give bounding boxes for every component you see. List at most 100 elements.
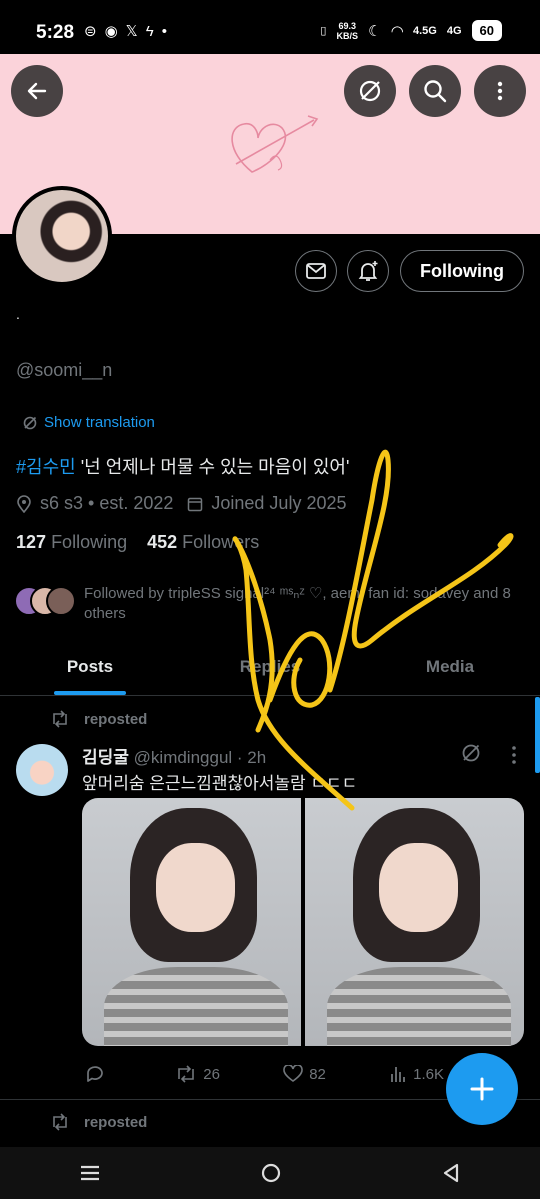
more-vertical-icon [512,746,516,764]
followed-by-text: Followed by tripleSS signal²⁴ ᵐˢₙᶻ ♡, ae… [84,585,511,622]
net-speed-value: 69.3 [338,20,356,31]
notification-icons: ⊜ ◉ 𝕏 ϟ • [82,22,167,41]
follower-avatar [46,586,76,616]
heart-icon [283,1065,303,1082]
followers-label: Followers [182,532,260,552]
bolt-icon: ϟ [145,22,154,40]
bell-plus-icon [358,261,378,281]
post-time: · 2h [232,748,267,767]
grok-icon [359,80,381,102]
profile-joined-date: Joined July 2025 [211,493,347,513]
tab-posts[interactable]: Posts [0,642,180,695]
reply-button[interactable] [84,1064,112,1084]
net-speed-unit: KB/S [336,30,358,41]
following-count: 127 [16,532,47,552]
profile-tabs: Posts Replies Media [0,642,540,696]
photo-figure [326,966,511,1046]
profile-avatar[interactable] [12,186,112,286]
followers-count-link[interactable]: 452 Followers [147,532,259,553]
profile-meta: s6 s3 • est. 2022 Joined July 2025 [16,493,347,514]
follow-counts: 127 Following 452 Followers [16,532,259,553]
tab-replies[interactable]: Replies [180,642,360,695]
followed-by[interactable]: Followed by tripleSS signal²⁴ ᵐˢₙᶻ ♡, ae… [14,584,528,624]
calendar-icon [188,497,203,511]
display-name: . [16,306,20,322]
post-photo-1[interactable] [82,798,301,1046]
profile-location: s6 s3 • est. 2022 [40,493,174,513]
following-count-link[interactable]: 127 Following [16,532,127,553]
message-button[interactable] [295,250,337,292]
repost-label: reposted [84,710,148,728]
repost-icon [53,1113,67,1131]
moon-icon: ☾ [367,22,382,40]
search-button[interactable] [409,65,461,117]
following-button[interactable]: Following [400,250,524,292]
back-button[interactable] [11,65,63,117]
post-photo-2[interactable] [305,798,524,1046]
repost-label: reposted [84,1113,148,1131]
grok-button[interactable] [344,65,396,117]
followers-count: 452 [147,532,178,552]
reply-icon [87,1066,103,1082]
view-count: 1.6K [413,1065,444,1083]
more-vertical-icon [497,81,503,101]
post-author-handle[interactable]: @kimdinggul [134,748,233,767]
photo-figure [103,966,288,1046]
views-button[interactable]: 1.6K [389,1064,444,1084]
bio-hashtag[interactable]: #김수민 [16,457,76,477]
heart-doodle-icon [231,115,319,173]
post-author-avatar[interactable] [16,744,68,796]
x-app-icon: 𝕏 [125,23,138,40]
vibrate-icon: ▯ [320,25,327,37]
like-count: 82 [309,1065,326,1083]
post-more-button[interactable] [506,744,522,771]
show-translation-label: Show translation [44,414,155,431]
location-pin-icon [17,494,31,513]
system-status: ▯ 69.3 KB/S ☾ ◠ 4.5G 4G 60 [320,20,502,41]
grok-icon [23,416,37,429]
photo-figure [156,842,236,932]
status-time: 5:28 [36,22,75,43]
dot-icon: • [161,22,167,40]
chat-icon: ◉ [104,23,118,40]
like-button[interactable]: 82 [283,1064,326,1084]
plus-icon [470,1077,494,1101]
status-bar: 5:28 ⊜ ◉ 𝕏 ϟ • ▯ 69.3 KB/S ☾ ◠ 4.5G 4G 6… [0,0,540,54]
post-grok-button[interactable] [460,742,482,769]
notifications-button[interactable] [347,250,389,292]
search-icon [424,80,447,103]
network-label-2: 4G [446,24,462,37]
recent-apps-icon[interactable] [79,1163,101,1183]
repost-count: 26 [203,1065,220,1083]
post-header: 김딩굴 @kimdinggul · 2h [82,743,266,768]
tab-media[interactable]: Media [360,642,540,695]
net-speed: 69.3 KB/S [336,21,358,41]
post-media[interactable] [82,798,524,1046]
system-nav-bar [0,1147,540,1199]
profile-bio: #김수민 '넌 언제나 머물 수 있는 마음이 있어' [16,453,349,479]
gamepad-icon: ⊜ [84,23,97,40]
compose-button[interactable] [446,1053,518,1125]
profile-handle: @soomi__n [16,360,113,380]
repost-button[interactable]: 26 [175,1064,220,1084]
grok-icon [462,744,480,762]
scroll-indicator [535,697,540,773]
post-text: 앞머리숨 은근느낌괜찮아서놀람 ㄷㄷㄷ [82,774,358,793]
photo-figure [379,842,459,932]
more-options-button[interactable] [474,65,526,117]
show-translation-link[interactable]: Show translation [22,414,155,431]
repost-icon [53,710,67,728]
followed-by-avatars [14,584,76,616]
bio-text: '넌 언제나 머물 수 있는 마음이 있어' [75,457,350,477]
repost-icon [178,1065,195,1083]
bar-chart-icon [391,1067,406,1082]
home-icon[interactable] [260,1162,282,1184]
wifi-icon: ◠ [391,22,403,40]
post-author-name[interactable]: 김딩굴 [82,748,129,767]
repost-indicator: reposted [50,710,147,728]
mail-icon [306,263,326,279]
back-nav-icon[interactable] [441,1162,461,1184]
post-actions: 26 82 1.6K [84,1064,444,1084]
arrow-left-icon [27,82,47,100]
following-label: Following [51,532,128,552]
